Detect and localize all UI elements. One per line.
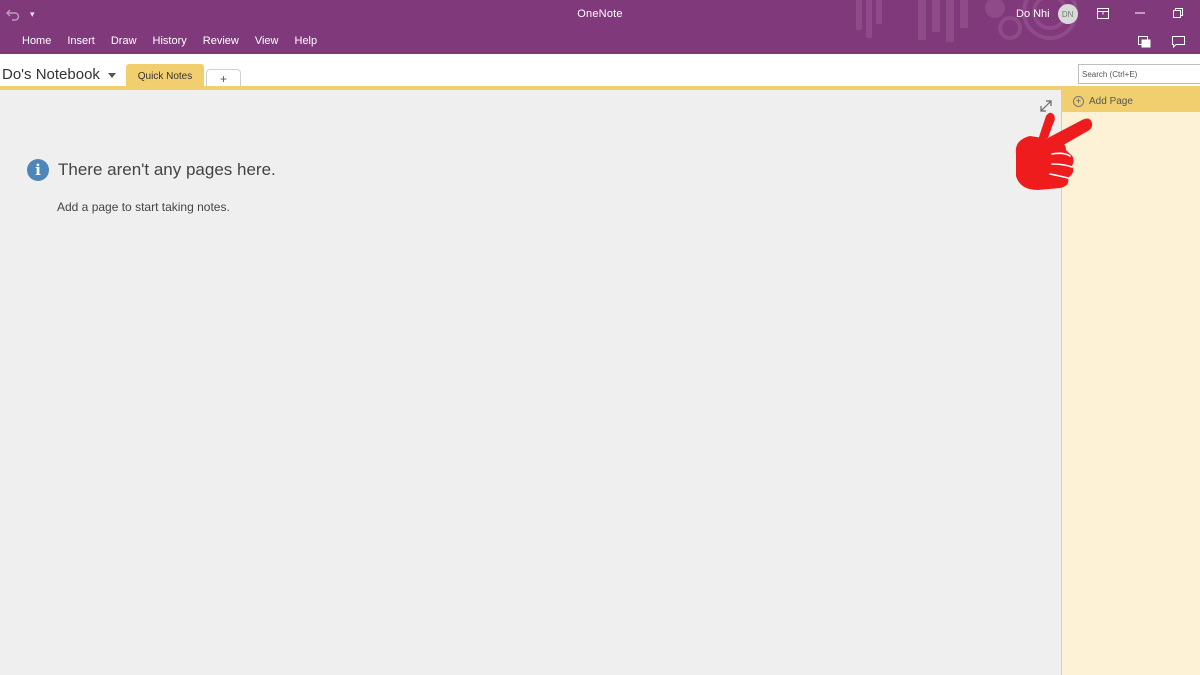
user-name: Do Nhi <box>1016 8 1050 20</box>
add-page-label: Add Page <box>1089 95 1133 107</box>
menu-bar: Home Insert Draw History Review View Hel… <box>14 35 325 47</box>
add-circle-icon: + <box>1073 95 1084 107</box>
chevron-down-icon <box>107 73 116 78</box>
add-section-button[interactable]: + <box>206 69 241 87</box>
notebooks-icon[interactable] <box>1136 34 1152 50</box>
empty-state-hint: Add a page to start taking notes. <box>57 200 230 214</box>
minimize-icon[interactable] <box>1132 5 1148 21</box>
comments-icon[interactable] <box>1170 34 1186 50</box>
menu-insert[interactable]: Insert <box>59 35 103 47</box>
pointing-hand-icon <box>1015 112 1093 190</box>
ribbon-display-options-icon[interactable] <box>1095 5 1111 21</box>
menu-view[interactable]: View <box>247 35 287 47</box>
title-bar: ▾ OneNote Do Nhi DN Home Insert Draw His… <box>0 0 1200 54</box>
notebook-name: Do's Notebook <box>2 66 100 83</box>
menu-history[interactable]: History <box>145 35 195 47</box>
restore-icon[interactable] <box>1170 5 1186 21</box>
section-tab-quick-notes[interactable]: Quick Notes <box>126 64 204 88</box>
empty-state-title: There aren't any pages here. <box>58 160 276 179</box>
menu-draw[interactable]: Draw <box>103 35 145 47</box>
search-input[interactable]: Search (Ctrl+E) <box>1078 64 1200 84</box>
avatar: DN <box>1057 4 1078 24</box>
empty-state: i There aren't any pages here. <box>27 159 276 181</box>
menu-review[interactable]: Review <box>195 35 247 47</box>
notebook-bar: Do's Notebook Quick Notes + Search (Ctrl… <box>0 54 1200 90</box>
notebook-selector[interactable]: Do's Notebook <box>2 66 116 83</box>
info-icon: i <box>27 159 49 181</box>
menu-home[interactable]: Home <box>14 35 59 47</box>
menu-help[interactable]: Help <box>287 35 326 47</box>
user-account[interactable]: Do Nhi DN <box>1016 4 1078 24</box>
add-page-button[interactable]: + Add Page <box>1062 90 1200 112</box>
